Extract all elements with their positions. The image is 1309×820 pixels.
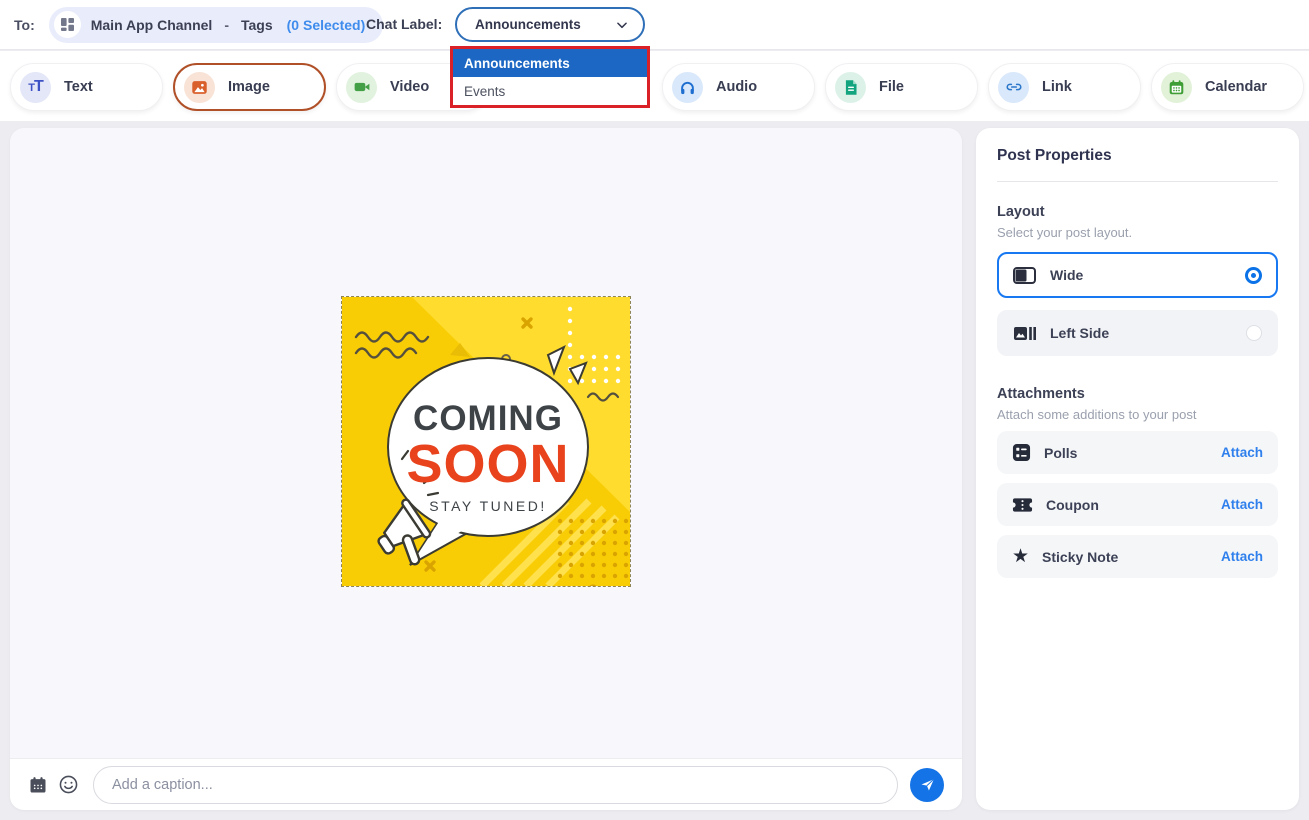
attach-sticky-note-button[interactable]: Attach <box>1221 549 1263 564</box>
link-icon <box>998 71 1029 103</box>
attachment-label: Polls <box>1044 444 1078 461</box>
file-icon <box>835 71 866 103</box>
post-properties-panel: Post Properties Layout Select your post … <box>976 128 1299 810</box>
tool-image-button[interactable]: Image <box>173 63 326 111</box>
panel-title: Post Properties <box>997 147 1112 164</box>
attach-coupon-button[interactable]: Attach <box>1221 497 1263 512</box>
audio-icon <box>672 71 703 103</box>
tool-label: Link <box>1042 79 1072 95</box>
attach-polls-button[interactable]: Attach <box>1221 445 1263 460</box>
tool-label: Audio <box>716 79 758 95</box>
calendar-icon <box>1161 71 1192 103</box>
coupon-icon <box>1012 497 1033 513</box>
send-button[interactable] <box>910 767 944 802</box>
tool-label: Text <box>64 79 93 95</box>
layout-option-wide[interactable]: Wide <box>997 252 1278 298</box>
image-title-line1: COMING <box>413 399 563 438</box>
channel-separator: - <box>224 16 229 33</box>
radio-selected-icon[interactable] <box>1245 266 1262 284</box>
tool-label: File <box>879 79 904 95</box>
tags-count: (0 Selected) <box>286 16 366 33</box>
caption-bar <box>10 758 962 810</box>
divider <box>997 181 1278 182</box>
layout-subheading: Select your post layout. <box>997 225 1133 240</box>
chat-label-dropdown-value: Announcements <box>475 17 581 32</box>
left-side-layout-icon <box>1013 325 1036 342</box>
tool-label: Video <box>390 79 430 95</box>
dropdown-option-events[interactable]: Events <box>453 77 647 105</box>
post-image-preview[interactable]: COMING SOON STAY TUNED! <box>341 296 631 587</box>
post-preview-canvas: COMING SOON STAY TUNED! <box>10 128 962 810</box>
attachment-row-polls: Polls Attach <box>997 431 1278 474</box>
sticky-note-star-icon: ★ <box>1012 546 1030 567</box>
attachments-subheading: Attach some additions to your post <box>997 407 1197 422</box>
to-label: To: <box>14 16 35 33</box>
schedule-calendar-icon[interactable] <box>28 775 48 795</box>
top-bar: To: Main App Channel - Tags (0 Selected) <box>0 0 1309 50</box>
layout-option-label: Left Side <box>1050 325 1110 341</box>
tool-audio-button[interactable]: Audio <box>662 63 815 111</box>
tags-label: Tags <box>241 16 273 33</box>
tool-calendar-button[interactable]: Calendar <box>1151 63 1304 111</box>
attachment-label: Coupon <box>1046 496 1099 513</box>
image-title-line2: SOON <box>406 434 569 494</box>
attachment-label: Sticky Note <box>1042 548 1119 565</box>
channel-grid-icon <box>53 11 81 38</box>
tool-text-button[interactable]: TT Text <box>10 63 163 111</box>
wide-layout-icon <box>1013 266 1036 284</box>
dropdown-option-announcements[interactable]: Announcements <box>453 49 647 77</box>
video-icon <box>346 71 377 103</box>
caption-input[interactable] <box>93 765 898 804</box>
chevron-down-icon <box>615 18 629 32</box>
image-icon <box>184 71 215 103</box>
attachment-row-sticky-note: ★ Sticky Note Attach <box>997 535 1278 578</box>
image-subtitle: STAY TUNED! <box>429 498 546 514</box>
polls-icon <box>1012 443 1031 462</box>
layout-option-left-side[interactable]: Left Side <box>997 310 1278 356</box>
tool-link-button[interactable]: Link <box>988 63 1141 111</box>
text-icon: TT <box>20 71 51 103</box>
chat-label-dropdown[interactable]: Announcements <box>455 7 645 42</box>
tool-file-button[interactable]: File <box>825 63 978 111</box>
tool-label: Calendar <box>1205 79 1268 95</box>
attachments-heading: Attachments <box>997 386 1085 402</box>
layout-option-label: Wide <box>1050 267 1084 283</box>
radio-unselected-icon[interactable] <box>1246 325 1262 341</box>
tool-label: Image <box>228 79 270 95</box>
chat-label-caption: Chat Label: <box>366 16 443 32</box>
channel-name: Main App Channel <box>90 16 213 33</box>
layout-heading: Layout <box>997 204 1045 220</box>
chat-label-dropdown-menu: Announcements Events <box>450 46 650 108</box>
emoji-icon[interactable] <box>58 774 79 795</box>
channel-selector[interactable]: Main App Channel - Tags (0 Selected) <box>48 6 384 43</box>
attachment-row-coupon: Coupon Attach <box>997 483 1278 526</box>
